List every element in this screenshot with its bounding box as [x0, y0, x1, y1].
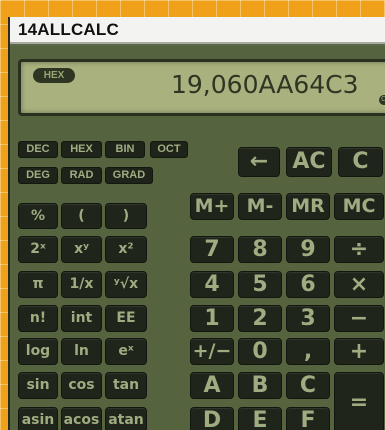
ln-button[interactable]: ln	[61, 338, 102, 365]
pi-button[interactable]: π	[18, 271, 58, 298]
comma-button[interactable]: ,	[286, 338, 330, 365]
open-paren-button[interactable]: (	[61, 203, 102, 229]
add-button[interactable]: +	[334, 338, 384, 365]
calculator-window: 14ALLCALC HEX 19,060AA64C3 CE DEC HEX BI…	[8, 17, 385, 430]
asin-button[interactable]: asin	[18, 407, 58, 430]
hex-d-button[interactable]: D	[190, 407, 234, 430]
cos-button[interactable]: cos	[61, 372, 102, 399]
close-paren-button[interactable]: )	[105, 203, 147, 229]
subtract-button[interactable]: −	[334, 305, 384, 332]
title-bar: 14ALLCALC	[10, 17, 385, 44]
e-power-x-button[interactable]: eˣ	[105, 338, 147, 365]
tan-button[interactable]: tan	[105, 372, 147, 399]
calculator-body: HEX 19,060AA64C3 CE DEC HEX BIN OCT DEG …	[10, 46, 385, 430]
digit-5-button[interactable]: 5	[238, 271, 282, 298]
sin-button[interactable]: sin	[18, 372, 58, 399]
digit-9-button[interactable]: 9	[286, 236, 330, 263]
digit-3-button[interactable]: 3	[286, 305, 330, 332]
equals-button[interactable]: =	[334, 372, 384, 430]
memory-subtract-button[interactable]: M-	[238, 193, 282, 220]
hex-c-button[interactable]: C	[286, 372, 330, 399]
base-hex-button[interactable]: HEX	[61, 141, 102, 158]
hex-f-button[interactable]: F	[286, 407, 330, 430]
multiply-button[interactable]: ×	[334, 271, 384, 298]
base-oct-button[interactable]: OCT	[150, 141, 188, 158]
plus-minus-button[interactable]: +/−	[190, 338, 234, 365]
hex-e-button[interactable]: E	[238, 407, 282, 430]
two-power-x-button[interactable]: 2ˣ	[18, 236, 58, 263]
digit-2-button[interactable]: 2	[238, 305, 282, 332]
angle-grad-button[interactable]: GRAD	[105, 167, 153, 184]
display-value: 19,060AA64C3	[171, 70, 359, 99]
base-bin-button[interactable]: BIN	[105, 141, 145, 158]
integer-button[interactable]: int	[61, 305, 102, 332]
digit-8-button[interactable]: 8	[238, 236, 282, 263]
digit-1-button[interactable]: 1	[190, 305, 234, 332]
window-title: 14ALLCALC	[18, 19, 119, 39]
memory-clear-button[interactable]: MC	[334, 193, 384, 220]
digit-6-button[interactable]: 6	[286, 271, 330, 298]
reciprocal-button[interactable]: 1/x	[61, 271, 102, 298]
factorial-button[interactable]: n!	[18, 305, 58, 332]
hex-a-button[interactable]: A	[190, 372, 234, 399]
all-clear-button[interactable]: AC	[286, 147, 332, 177]
y-root-x-button[interactable]: ʸ√x	[105, 271, 147, 298]
digit-7-button[interactable]: 7	[190, 236, 234, 263]
display-sub-indicator: CE	[379, 95, 385, 105]
memory-recall-button[interactable]: MR	[286, 193, 330, 220]
backspace-button[interactable]: ←	[238, 147, 280, 177]
digit-0-button[interactable]: 0	[238, 338, 282, 365]
angle-rad-button[interactable]: RAD	[61, 167, 102, 184]
angle-deg-button[interactable]: DEG	[18, 167, 58, 184]
digit-4-button[interactable]: 4	[190, 271, 234, 298]
display-mode-indicator: HEX	[33, 68, 75, 83]
hex-b-button[interactable]: B	[238, 372, 282, 399]
memory-add-button[interactable]: M+	[190, 193, 234, 220]
clear-button[interactable]: C	[338, 147, 383, 177]
exponent-entry-button[interactable]: EE	[105, 305, 147, 332]
divide-button[interactable]: ÷	[334, 236, 384, 263]
log-button[interactable]: log	[18, 338, 58, 365]
percent-button[interactable]: %	[18, 203, 58, 229]
atan-button[interactable]: atan	[105, 407, 147, 430]
x-squared-button[interactable]: x²	[105, 236, 147, 263]
base-dec-button[interactable]: DEC	[18, 141, 58, 158]
lcd-display: HEX 19,060AA64C3 CE	[18, 59, 385, 116]
x-power-y-button[interactable]: xʸ	[61, 236, 102, 263]
acos-button[interactable]: acos	[61, 407, 102, 430]
